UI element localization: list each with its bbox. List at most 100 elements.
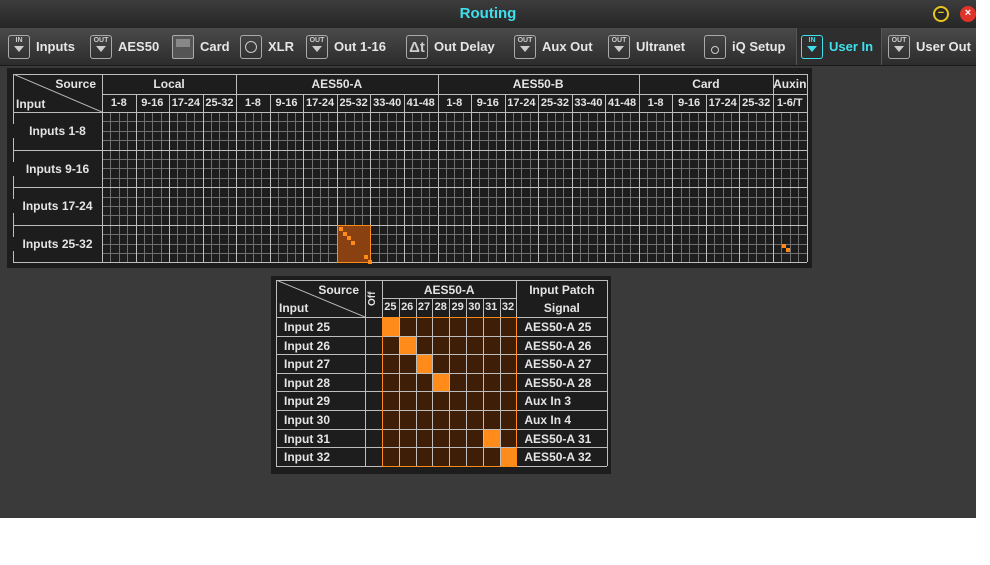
grid-line	[135, 206, 170, 207]
grid-line	[605, 130, 639, 132]
source-group-auxin: Auxin	[773, 77, 807, 91]
grid-line	[529, 112, 531, 150]
grid-line	[638, 74, 640, 263]
patch-point	[347, 236, 352, 241]
tab-user-in[interactable]: IN User In	[796, 28, 882, 65]
tab-out-1-16[interactable]: OUT Out 1-16	[302, 28, 400, 65]
input-row-label: Input 27	[284, 357, 331, 372]
off-cell[interactable]	[365, 336, 382, 355]
off-cell[interactable]	[365, 447, 382, 466]
grid-line	[773, 253, 807, 254]
grid-line	[504, 177, 539, 179]
tab-label: Out Delay	[434, 39, 495, 54]
source-column-label: 9-16	[275, 97, 298, 109]
off-cell[interactable]	[365, 410, 382, 429]
patch-point	[338, 226, 343, 231]
grid-line	[705, 215, 740, 217]
grid-line	[303, 215, 337, 217]
tab-inputs[interactable]: IN Inputs	[4, 28, 84, 65]
grid-line	[638, 177, 673, 179]
tab-label: iQ Setup	[732, 39, 786, 54]
signal-value: AES50-A 27	[524, 357, 592, 372]
grid-line	[504, 206, 539, 207]
tab-ultranet[interactable]: OUT Ultranet	[604, 28, 698, 65]
grid-line	[437, 253, 472, 254]
tab-xlr[interactable]: XLR	[236, 28, 300, 65]
grid-line	[638, 215, 673, 217]
icon-caption: OUT	[93, 36, 109, 44]
off-cell[interactable]	[365, 317, 382, 336]
grid-line	[135, 130, 170, 132]
grid-line	[261, 149, 263, 188]
speaker-cone-icon	[711, 45, 719, 54]
grid-line	[261, 112, 263, 150]
patch-grid-outline	[382, 317, 518, 467]
arrow-icon	[96, 45, 106, 52]
input-patch-header: Input Patch	[529, 283, 595, 297]
grid-line	[236, 130, 270, 132]
grid-line	[102, 206, 136, 207]
grid-line	[437, 215, 472, 217]
icon-caption: IN	[15, 36, 23, 44]
signal-value: AES50-A 28	[524, 375, 592, 390]
grid-line	[169, 168, 203, 170]
grid-line	[261, 187, 263, 225]
grid-line	[227, 224, 229, 263]
grid-line	[630, 224, 632, 263]
tab-label: Card	[200, 39, 230, 54]
out-icon: OUT	[306, 34, 328, 59]
grid-line	[471, 177, 505, 179]
tab-user-out[interactable]: OUT User Out	[884, 28, 976, 65]
grid-line	[672, 140, 706, 142]
grid-line	[135, 253, 170, 254]
grid-line	[538, 206, 572, 207]
tab-aes50[interactable]: OUT AES50	[86, 28, 166, 65]
input-row-header: Inputs 1-8	[13, 124, 102, 138]
grid-line	[731, 187, 733, 225]
grid-line	[169, 140, 203, 142]
source-channel-label: 25	[384, 301, 397, 313]
off-cell[interactable]	[365, 373, 382, 392]
signal-value: AES50-A 32	[524, 450, 592, 465]
grid-line	[663, 149, 665, 188]
off-cell[interactable]	[365, 429, 382, 448]
grid-line	[269, 94, 271, 263]
grid-line	[672, 168, 706, 170]
grid-line	[773, 177, 807, 179]
grid-line	[169, 177, 203, 179]
card-icon	[172, 34, 194, 59]
grid-line	[571, 140, 606, 142]
grid-line	[471, 140, 505, 142]
grid-line	[605, 215, 639, 217]
grid-line	[336, 206, 371, 207]
grid-line	[269, 168, 304, 170]
grid-line	[437, 177, 472, 179]
grid-line	[336, 168, 371, 170]
close-icon[interactable]: ×	[960, 6, 976, 22]
tab-iq-setup[interactable]: iQ Setup	[700, 28, 794, 65]
grid-line	[798, 224, 800, 263]
minimize-icon[interactable]: −	[933, 6, 949, 22]
grid-line	[13, 74, 807, 75]
grid-line	[336, 140, 371, 142]
tab-out-delay[interactable]: Δt Out Delay	[402, 28, 508, 65]
grid-line	[773, 74, 774, 263]
source-column-label: 41-48	[406, 97, 435, 109]
grid-line	[504, 253, 539, 254]
grid-line	[269, 206, 304, 207]
grid-line	[261, 224, 263, 263]
grid-line	[605, 243, 639, 245]
grid-line	[764, 149, 766, 188]
off-cell[interactable]	[365, 391, 382, 410]
grid-line	[563, 187, 565, 225]
tab-card[interactable]: Card	[168, 28, 234, 65]
off-cell[interactable]	[365, 354, 382, 373]
grid-line	[194, 224, 196, 263]
grid-line	[571, 130, 606, 132]
tab-aux-out[interactable]: OUT Aux Out	[510, 28, 602, 65]
signal-value: AES50-A 31	[524, 431, 592, 446]
source-group-local: Local	[153, 77, 185, 91]
grid-line	[13, 112, 807, 113]
grid-line	[462, 187, 464, 225]
grid-line	[102, 243, 136, 245]
